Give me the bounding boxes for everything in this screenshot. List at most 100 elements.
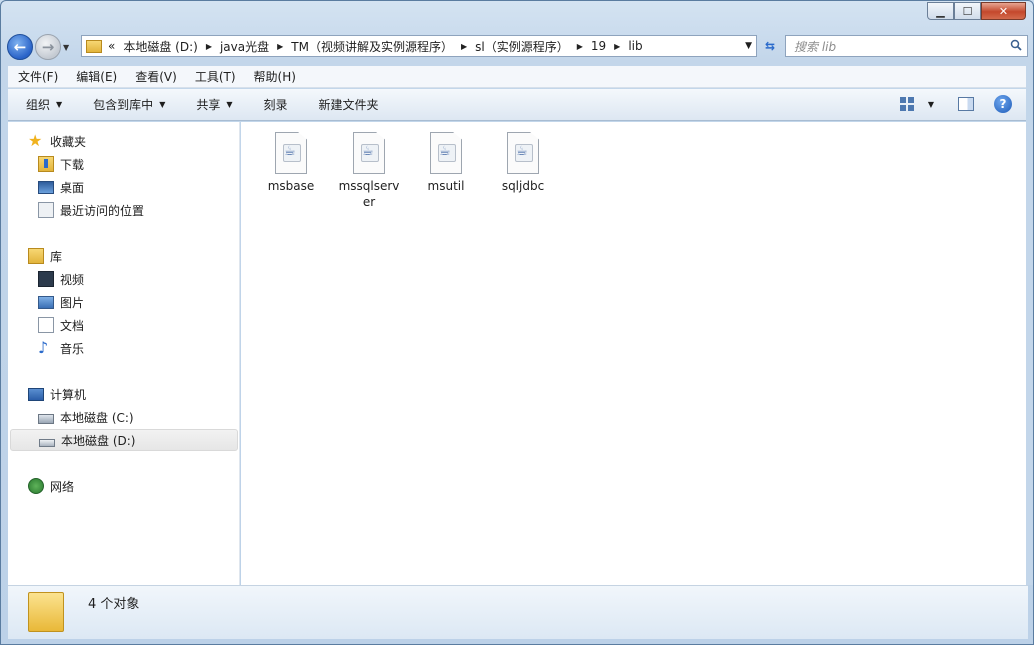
nav-favorites-label: 收藏夹 — [50, 134, 87, 149]
pictures-icon — [38, 295, 54, 309]
burn-button[interactable]: 刻录 — [246, 96, 301, 113]
nav-drive-d[interactable]: 本地磁盘 (D:) — [10, 429, 238, 451]
drive-icon — [39, 438, 55, 447]
computer-icon — [28, 387, 44, 401]
nav-pictures[interactable]: 图片 — [38, 291, 84, 313]
minimize-button[interactable]: ▁ — [927, 2, 954, 20]
file-list: msbase mssqlserver msutil sqljdbc — [241, 122, 1028, 585]
share-label: 共享 — [196, 98, 221, 112]
navigation-bar: ← → ▼ « 本地磁盘 (D:) ▶ java光盘 ▶ TM（视频讲解及实例源… — [7, 32, 1028, 62]
new-folder-button[interactable]: 新建文件夹 — [301, 96, 392, 113]
address-bar[interactable]: « 本地磁盘 (D:) ▶ java光盘 ▶ TM（视频讲解及实例源程序） ▶ … — [81, 35, 757, 57]
system-drive-icon — [38, 414, 54, 424]
change-view-icon[interactable] — [899, 97, 914, 111]
command-bar: 组织 ▼ 包含到库中 ▼ 共享 ▼ 刻录 新建文件夹 ▼ ? — [8, 89, 1026, 121]
nav-downloads-label: 下载 — [60, 157, 85, 172]
chevron-right-icon[interactable]: ▶ — [577, 42, 583, 51]
chevron-down-icon: ▼ — [56, 100, 63, 109]
nav-videos-label: 视频 — [60, 272, 85, 287]
chevron-down-icon: ▼ — [159, 100, 166, 109]
preview-pane-icon[interactable] — [958, 97, 974, 111]
forward-button[interactable]: → — [35, 34, 61, 60]
file-name: sqljdbc — [501, 179, 545, 193]
refresh-button[interactable]: ⇆ — [759, 35, 781, 57]
download-folder-icon — [38, 156, 54, 172]
folder-icon — [28, 592, 64, 632]
chevron-down-icon: ▼ — [226, 100, 233, 109]
close-button[interactable]: ✕ — [981, 2, 1026, 20]
music-note-icon: ♪ — [38, 338, 49, 357]
maximize-button[interactable]: ☐ — [954, 2, 981, 20]
address-dropdown-icon[interactable]: ▼ — [745, 41, 752, 51]
view-dropdown-icon[interactable]: ▼ — [928, 100, 934, 109]
jar-file-icon — [353, 132, 385, 174]
breadcrumb-item[interactable]: lib — [628, 39, 642, 53]
breadcrumb-item[interactable]: java光盘 — [220, 38, 269, 55]
include-in-library-button[interactable]: 包含到库中 ▼ — [75, 96, 178, 113]
desktop-icon — [38, 180, 54, 194]
nav-documents[interactable]: 文档 — [38, 314, 84, 336]
back-button[interactable]: ← — [7, 34, 33, 60]
menu-edit[interactable]: 编辑(E) — [66, 68, 125, 85]
breadcrumb-item[interactable]: 19 — [591, 39, 606, 53]
search-icon[interactable] — [1010, 39, 1022, 51]
breadcrumb-item[interactable]: 本地磁盘 (D:) — [123, 38, 197, 55]
breadcrumb-item[interactable]: TM（视频讲解及实例源程序） — [291, 38, 453, 55]
item-count: 4 个对象 — [88, 597, 140, 612]
view-controls: ▼ ? — [899, 95, 1012, 113]
jar-file-icon — [507, 132, 539, 174]
nav-pictures-label: 图片 — [60, 295, 85, 310]
menu-tools[interactable]: 工具(T) — [185, 68, 244, 85]
chevron-right-icon[interactable]: ▶ — [614, 42, 620, 51]
nav-desktop[interactable]: 桌面 — [38, 176, 84, 198]
folder-icon — [86, 39, 102, 53]
nav-videos[interactable]: 视频 — [38, 268, 84, 290]
nav-drive-c[interactable]: 本地磁盘 (C:) — [38, 406, 134, 428]
nav-recent-places[interactable]: 最近访问的位置 — [38, 199, 144, 221]
nav-drive-c-label: 本地磁盘 (C:) — [60, 410, 134, 425]
star-icon: ★ — [28, 131, 43, 150]
breadcrumb-overflow[interactable]: « — [108, 39, 115, 53]
file-name: msbase — [267, 179, 315, 193]
nav-documents-label: 文档 — [60, 318, 85, 333]
video-icon — [38, 271, 54, 287]
menu-bar: 文件(F) 编辑(E) 查看(V) 工具(T) 帮助(H) — [8, 66, 1026, 88]
file-item[interactable]: mssqlserver — [336, 132, 402, 210]
menu-help[interactable]: 帮助(H) — [244, 68, 304, 85]
file-item[interactable]: msbase — [258, 132, 324, 194]
search-input[interactable]: 搜索 lib — [785, 35, 1028, 57]
document-icon — [38, 317, 54, 333]
nav-libraries[interactable]: 库 — [28, 245, 62, 267]
chevron-right-icon[interactable]: ▶ — [277, 42, 283, 51]
organize-button[interactable]: 组织 ▼ — [8, 96, 75, 113]
nav-computer[interactable]: 计算机 — [28, 383, 86, 405]
nav-music-label: 音乐 — [60, 341, 85, 356]
nav-recent-label: 最近访问的位置 — [60, 203, 145, 218]
caption-buttons: ▁ ☐ ✕ — [927, 2, 1026, 20]
share-button[interactable]: 共享 ▼ — [178, 96, 245, 113]
jar-file-icon — [430, 132, 462, 174]
explorer-window: ▁ ☐ ✕ ← → ▼ « 本地磁盘 (D:) ▶ java光盘 ▶ TM（视频… — [0, 0, 1034, 645]
menu-view[interactable]: 查看(V) — [125, 68, 185, 85]
nav-libraries-label: 库 — [50, 249, 63, 264]
help-icon[interactable]: ? — [994, 95, 1012, 113]
nav-downloads[interactable]: 下载 — [38, 153, 84, 175]
include-in-library-label: 包含到库中 — [93, 98, 154, 112]
window-border-right — [1026, 122, 1033, 585]
chevron-right-icon[interactable]: ▶ — [461, 42, 467, 51]
chevron-right-icon[interactable]: ▶ — [206, 42, 212, 51]
nav-favorites[interactable]: ★ 收藏夹 — [28, 130, 86, 152]
nav-drive-d-label: 本地磁盘 (D:) — [61, 433, 136, 448]
file-item[interactable]: msutil — [413, 132, 479, 194]
menu-file[interactable]: 文件(F) — [8, 68, 66, 85]
nav-network[interactable]: 网络 — [28, 475, 74, 497]
library-icon — [28, 248, 44, 264]
details-pane: 4 个对象 — [8, 585, 1028, 639]
file-item[interactable]: sqljdbc — [490, 132, 556, 194]
nav-desktop-label: 桌面 — [60, 180, 85, 195]
organize-label: 组织 — [26, 98, 51, 112]
network-icon — [28, 478, 44, 494]
history-dropdown-icon[interactable]: ▼ — [63, 43, 69, 52]
nav-music[interactable]: ♪ 音乐 — [38, 337, 84, 359]
breadcrumb-item[interactable]: sl（实例源程序） — [475, 38, 569, 55]
